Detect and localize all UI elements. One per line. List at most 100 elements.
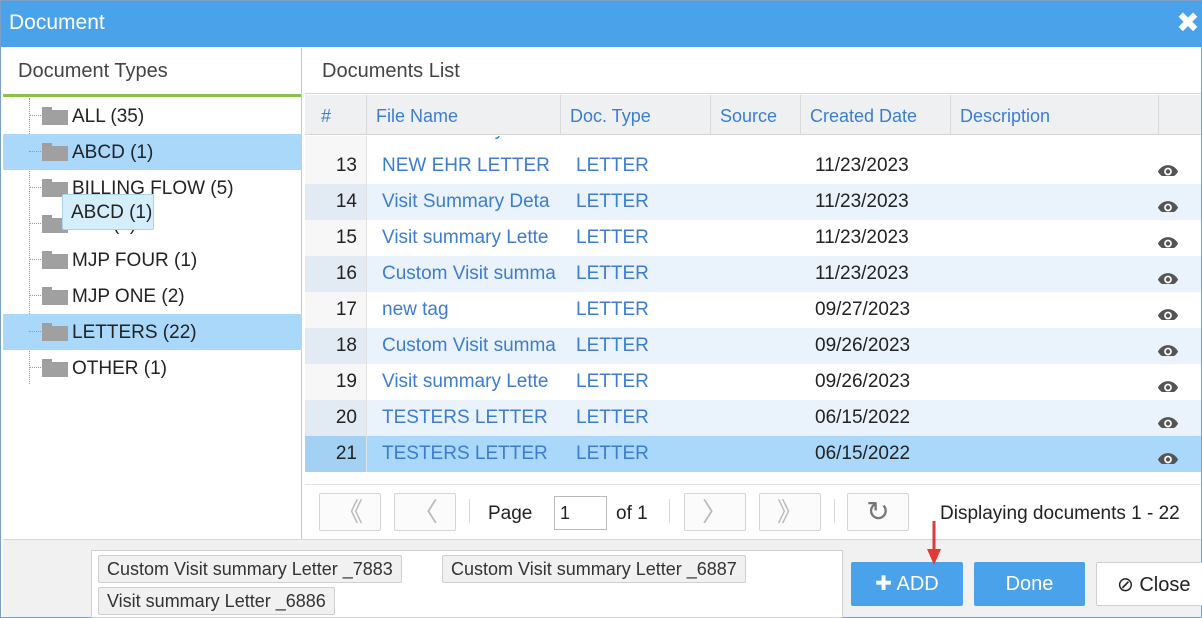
table-row[interactable]: 20 TESTERS LETTER LETTER 06/15/2022 [305, 400, 1201, 436]
last-page-button[interactable]: 》 [759, 493, 821, 531]
row-doc-type: LETTER [576, 407, 649, 428]
prev-page-button[interactable]: 〈 [394, 493, 456, 531]
pagination-bar: 《 〈 Page of 1 〉 》 ↻ Displaying documents… [305, 484, 1201, 536]
row-file-name[interactable]: TESTERS LETTER [382, 436, 560, 472]
document-types-pane: Document Types ALL (35) ABCD (1) BILLING… [3, 48, 302, 539]
close-icon[interactable]: ✖ [1175, 7, 1201, 39]
document-dialog: Document ✖ Document Types ALL (35) ABCD … [0, 0, 1202, 618]
add-button[interactable]: ✚ ADD [851, 562, 963, 606]
refresh-button[interactable]: ↻ [847, 493, 909, 531]
done-button[interactable]: Done [974, 562, 1085, 606]
selected-document-chip[interactable]: Custom Visit summary Letter _7883 [98, 555, 402, 583]
tree-item-other[interactable]: OTHER (1) [3, 350, 302, 386]
row-file-name[interactable]: NEW EHR LETTER [382, 148, 560, 184]
table-row[interactable]: 16 Custom Visit summa LETTER 11/23/2023 [305, 256, 1201, 292]
eye-icon[interactable] [1157, 192, 1187, 212]
table-row[interactable]: 12 Visit Summary Deta LETTER 11/24/2023 [305, 136, 1201, 148]
eye-icon[interactable] [1157, 156, 1187, 176]
row-file-name[interactable]: Custom Visit summa [382, 256, 560, 292]
page-number-input[interactable] [554, 496, 607, 530]
table-row[interactable]: 14 Visit Summary Deta LETTER 11/23/2023 [305, 184, 1201, 220]
tree-item-letters[interactable]: LETTERS (22) [3, 314, 302, 350]
row-file-name[interactable]: Visit Summary Deta [382, 184, 560, 220]
eye-icon[interactable] [1157, 336, 1187, 356]
row-doc-type: LETTER [576, 191, 649, 212]
row-doc-type: LETTER [576, 335, 649, 356]
table-row[interactable]: 15 Visit summary Lette LETTER 11/23/2023 [305, 220, 1201, 256]
row-number: 16 [305, 256, 367, 292]
row-doc-type: LETTER [576, 371, 649, 392]
grid-header: # File Name Doc. Type Source Created Dat… [305, 95, 1201, 135]
row-number: 13 [305, 148, 367, 184]
row-created-date: 09/26/2023 [815, 335, 911, 356]
add-button-label: ADD [896, 573, 939, 595]
tree-item-mjp-one[interactable]: MJP ONE (2) [3, 278, 302, 314]
tree-item-label: ALL (35) [72, 106, 145, 127]
row-file-name[interactable]: Custom Visit summa [382, 328, 560, 364]
column-doc-type[interactable]: Doc. Type [561, 95, 711, 135]
close-button-label: Close [1139, 574, 1191, 596]
tree-item-label: MJP FOUR (1) [72, 250, 198, 271]
table-row[interactable]: 21 TESTERS LETTER LETTER 06/15/2022 [305, 436, 1201, 472]
table-row[interactable]: 13 NEW EHR LETTER LETTER 11/23/2023 [305, 148, 1201, 184]
column-description[interactable]: Description [951, 95, 1159, 135]
row-created-date: 09/26/2023 [815, 371, 911, 392]
cancel-icon: ⊘ [1117, 574, 1134, 596]
row-created-date: 11/23/2023 [815, 155, 909, 176]
tree-item-label: LETTERS (22) [72, 322, 197, 343]
eye-icon[interactable] [1157, 228, 1187, 248]
folder-icon [42, 143, 68, 161]
paging-status: Displaying documents 1 - 22 [940, 503, 1180, 524]
tree-item-mjp-four[interactable]: MJP FOUR (1) [3, 242, 302, 278]
row-number: 12 [305, 136, 367, 148]
tree-item-all[interactable]: ALL (35) [3, 98, 302, 134]
row-number: 19 [305, 364, 367, 400]
next-page-button[interactable]: 〉 [684, 493, 746, 531]
folder-icon [42, 287, 68, 305]
document-types-title: Document Types [18, 60, 168, 82]
row-created-date: 11/23/2023 [815, 191, 909, 212]
row-file-name[interactable]: Visit Summary Deta [382, 136, 560, 148]
selected-document-chip[interactable]: Custom Visit summary Letter _6887 [442, 555, 746, 583]
documents-grid: 12 Visit Summary Deta LETTER 11/24/2023 … [305, 136, 1201, 472]
selected-document-chip[interactable]: Visit summary Letter _6886 [98, 587, 335, 615]
documents-list-header: Documents List [305, 48, 1201, 94]
row-file-name[interactable]: new tag [382, 292, 560, 328]
column-number[interactable]: # [305, 95, 367, 135]
eye-icon[interactable] [1157, 264, 1187, 284]
eye-icon[interactable] [1157, 372, 1187, 392]
plus-icon: ✚ [875, 573, 893, 595]
row-file-name[interactable]: TESTERS LETTER [382, 400, 560, 436]
tree-item-abcd[interactable]: ABCD (1) [3, 134, 302, 170]
page-label: Page [488, 503, 533, 524]
row-created-date: 06/15/2022 [815, 407, 911, 428]
row-file-name[interactable]: Visit summary Lette [382, 364, 560, 400]
eye-icon[interactable] [1157, 408, 1187, 428]
eye-icon[interactable] [1157, 300, 1187, 320]
dialog-titlebar: Document ✖ [1, 1, 1202, 47]
row-number: 18 [305, 328, 367, 364]
row-doc-type: LETTER [576, 155, 649, 176]
column-created-date[interactable]: Created Date [801, 95, 951, 135]
row-number: 15 [305, 220, 367, 256]
selected-documents-box: Custom Visit summary Letter _7883 Custom… [91, 550, 843, 618]
table-row[interactable]: 19 Visit summary Lette LETTER 09/26/2023 [305, 364, 1201, 400]
row-file-name[interactable]: Visit summary Lette [382, 220, 560, 256]
column-source[interactable]: Source [711, 95, 801, 135]
column-file-name[interactable]: File Name [367, 95, 561, 135]
row-created-date: 09/27/2023 [815, 299, 911, 320]
row-number: 21 [305, 436, 367, 472]
dialog-title: Document [9, 11, 105, 34]
row-number: 20 [305, 400, 367, 436]
tree-item-label: ABCD (1) [72, 142, 154, 163]
table-row[interactable]: 18 Custom Visit summa LETTER 09/26/2023 [305, 328, 1201, 364]
first-page-button[interactable]: 《 [319, 493, 381, 531]
annotation-arrow-icon [927, 521, 941, 565]
drag-tooltip: ABCD (1) [62, 194, 154, 230]
table-row[interactable]: 17 new tag LETTER 09/27/2023 [305, 292, 1201, 328]
row-doc-type: LETTER [576, 443, 649, 464]
close-button[interactable]: ⊘ Close [1096, 562, 1202, 606]
folder-icon [42, 359, 68, 377]
eye-icon[interactable] [1157, 444, 1187, 464]
row-created-date: 11/23/2023 [815, 227, 909, 248]
